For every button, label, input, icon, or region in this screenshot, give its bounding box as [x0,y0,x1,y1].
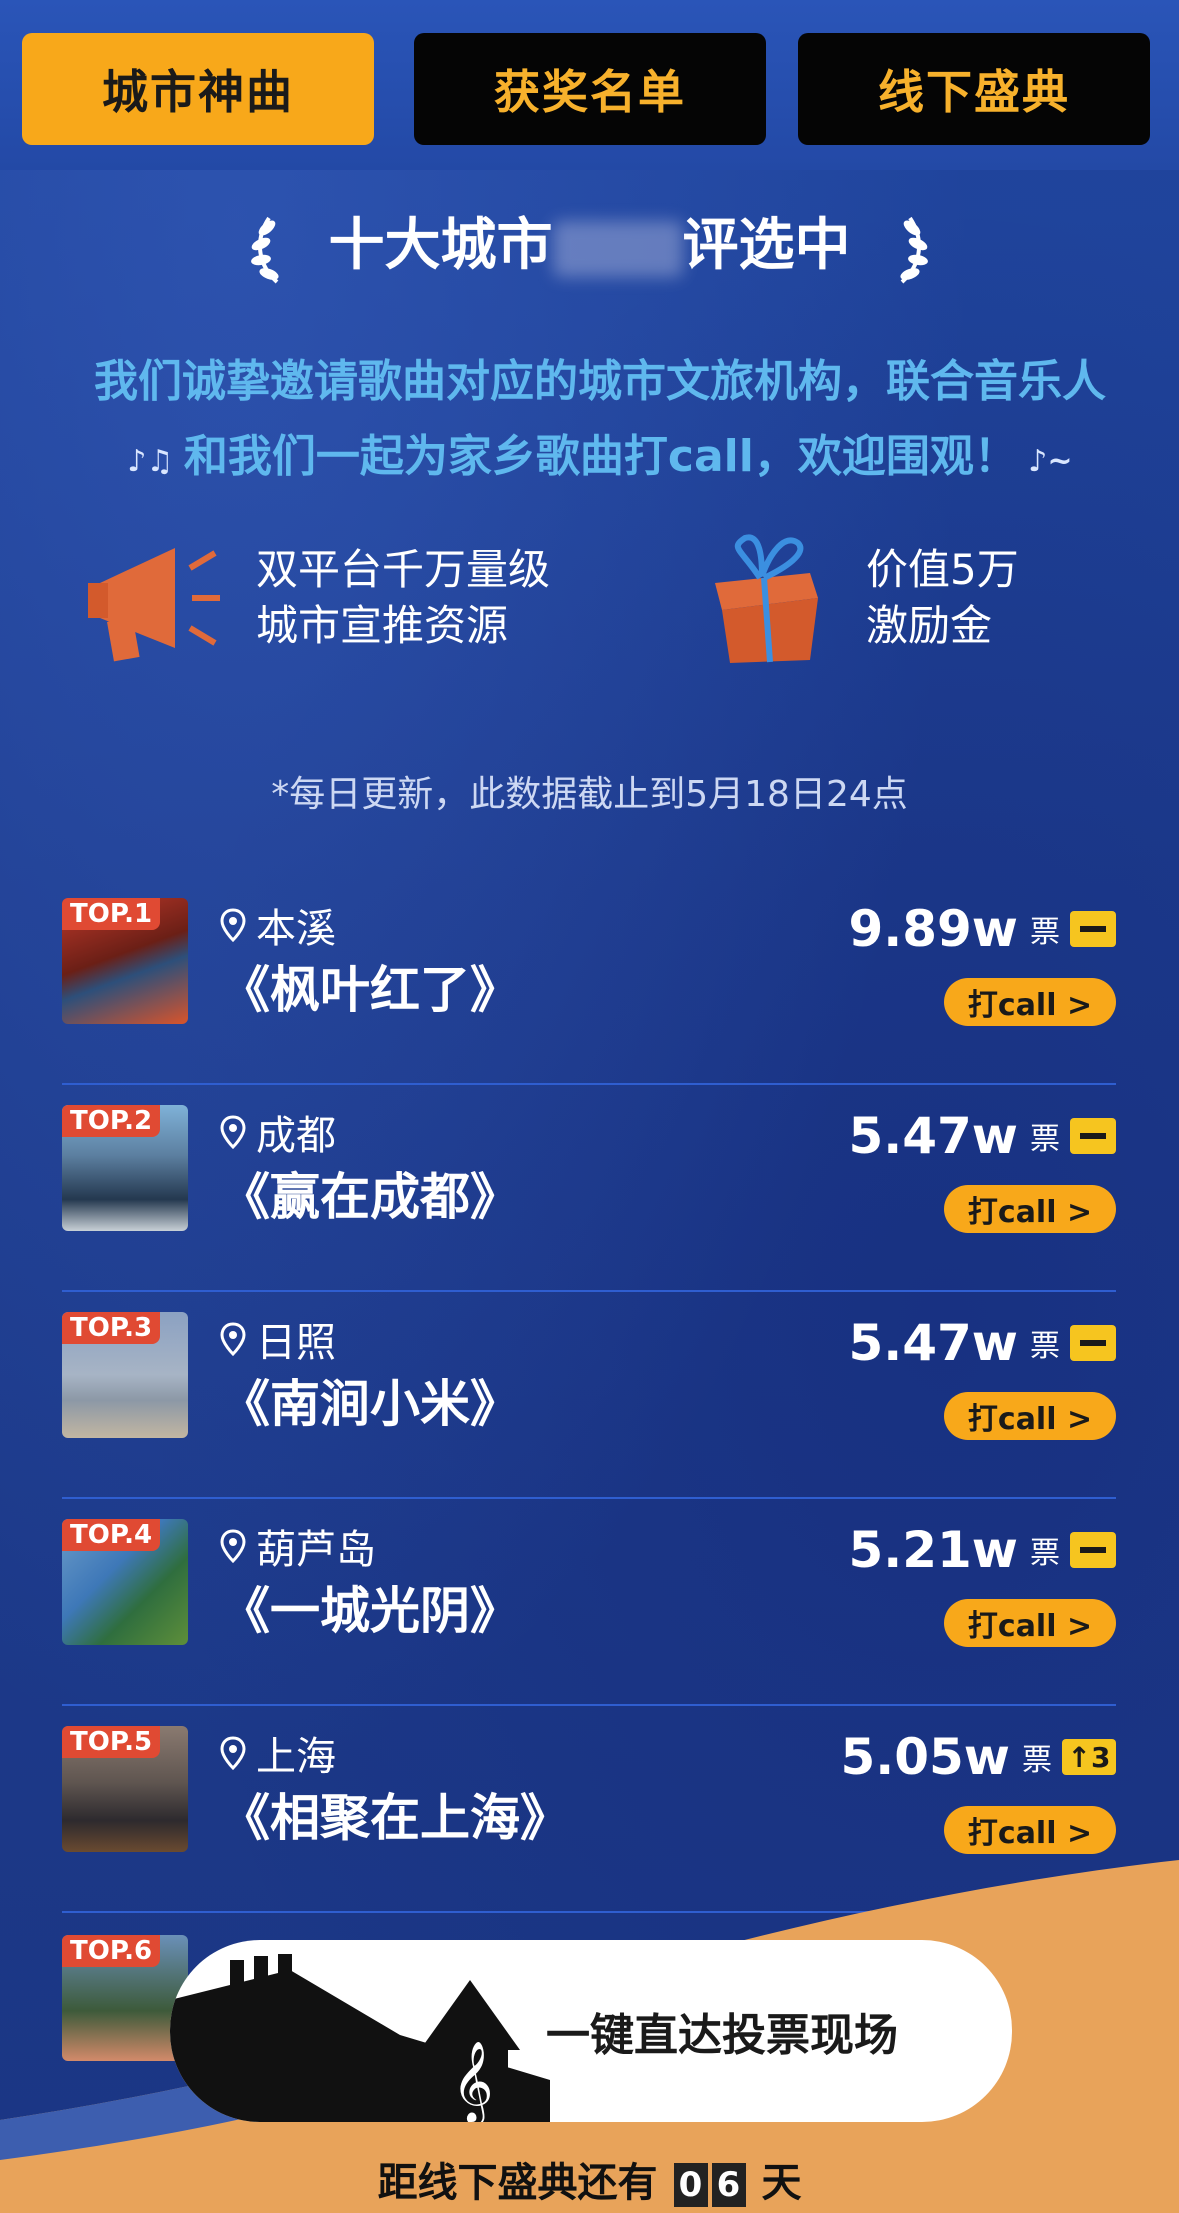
laurel-left-icon [251,216,279,284]
location-pin-icon [220,908,246,942]
city-label: 成都 [220,1103,336,1161]
section-heading: 十大城市 评选中 [0,200,1179,284]
city-name: 上海 [256,1734,336,1780]
call-button[interactable]: 打call > [944,1185,1116,1233]
city-name: 本溪 [256,906,336,952]
location-pin-icon [220,1736,246,1770]
trend-up-badge: ↑3 [1062,1739,1116,1775]
music-note-icon: ♪~ [1017,444,1073,479]
city-label: 上海 [220,1724,336,1782]
feature-reward: 价值5万 激励金 [690,528,1019,668]
city-name: 成都 [256,1113,336,1159]
countdown-suffix: 天 [761,2160,802,2206]
vote-number: 5.47w [848,1314,1018,1372]
feature-promotion: 双平台千万量级 城市宣推资源 [80,528,550,668]
redacted-text [552,220,683,277]
heading-prefix: 十大城市 [328,213,553,278]
countdown-digit: 6 [711,2163,746,2207]
vote-count: 5.47w 票 [848,1107,1116,1165]
ranking-list: TOP.1 本溪 《枫叶红了》 9.89w 票 打call > TOP.2 成都… [62,878,1116,1913]
song-title: 《一城光阴》 [220,1582,520,1640]
location-pin-icon [220,1529,246,1563]
vote-unit: 票 [1030,1122,1060,1157]
city-name: 日照 [256,1320,336,1366]
location-pin-icon [220,1322,246,1356]
heading-suffix: 评选中 [682,213,851,278]
laurel-right-icon [900,216,928,284]
trend-flat-badge [1070,1532,1116,1568]
vote-count: 5.21w 票 [848,1521,1116,1579]
invite-line-2: ♪♫ 和我们一起为家乡歌曲打call，欢迎围观！ ♪~ [70,420,1130,484]
song-title: 《枫叶红了》 [220,961,520,1019]
feature-2-line-1: 价值5万 [866,545,1019,594]
song-title: 《赢在成都》 [220,1168,520,1226]
city-name: 葫芦岛 [256,1527,376,1573]
megaphone-icon [88,548,220,662]
rank-badge: TOP.5 [62,1726,161,1758]
svg-text:𝄞: 𝄞 [452,2040,493,2122]
call-button[interactable]: 打call > [944,1806,1116,1854]
music-note-icon: ♪♫ [127,444,184,479]
invite-line-1: 我们诚挚邀请歌曲对应的城市文旅机构，联合音乐人 [94,356,1106,407]
song-thumbnail[interactable]: TOP.2 [62,1105,188,1231]
countdown: 距线下盛典还有 06 天 [0,2150,1179,2208]
trend-flat-badge [1070,1118,1116,1154]
song-title: 《南涧小米》 [220,1375,520,1433]
vote-site-button[interactable]: 𝄞 一键直达投票现场 [170,1940,1012,2122]
vote-number: 5.47w [848,1107,1018,1165]
rank-badge: TOP.1 [62,898,161,930]
vote-number: 9.89w [848,900,1018,958]
vote-count: 5.47w 票 [848,1314,1116,1372]
update-note: *每日更新，此数据截止到5月18日24点 [271,774,908,815]
feature-1-line-2: 城市宣推资源 [256,601,509,650]
location-pin-icon [220,1115,246,1149]
tab-city-songs[interactable]: 城市神曲 [22,33,374,145]
vote-count: 9.89w 票 [848,900,1116,958]
vote-number: 5.05w [840,1728,1010,1786]
countdown-prefix: 距线下盛典还有 [377,2160,658,2206]
song-title: 《相聚在上海》 [220,1789,570,1847]
trend-flat-badge [1070,911,1116,947]
call-button[interactable]: 打call > [944,1599,1116,1647]
trend-flat-badge [1070,1325,1116,1361]
tab-offline-gala[interactable]: 线下盛典 [798,33,1150,145]
vote-unit: 票 [1030,1329,1060,1364]
rank-badge: TOP.4 [62,1519,161,1551]
invite-line-2-text: 和我们一起为家乡歌曲打call，欢迎围观！ [183,431,1018,482]
vote-unit: 票 [1030,1536,1060,1571]
vote-number: 5.21w [848,1521,1018,1579]
vote-unit: 票 [1022,1743,1052,1778]
rank-badge: TOP.2 [62,1105,161,1137]
city-label: 葫芦岛 [220,1517,376,1575]
ranking-row-2: TOP.2 成都 《赢在成都》 5.47w 票 打call > [62,1085,1116,1292]
tab-bar: 城市神曲 获奖名单 线下盛典 [0,0,1179,170]
vote-unit: 票 [1030,915,1060,950]
city-label: 日照 [220,1310,336,1368]
rank-badge: TOP.3 [62,1312,161,1344]
cta-label: 一键直达投票现场 [546,2010,898,2061]
vote-count: 5.05w 票 ↑3 [840,1728,1116,1786]
ranking-row-1: TOP.1 本溪 《枫叶红了》 9.89w 票 打call > [62,878,1116,1085]
gift-box-icon [715,534,818,663]
song-thumbnail[interactable]: TOP.5 [62,1726,188,1852]
call-button[interactable]: 打call > [944,978,1116,1026]
feature-1-line-1: 双平台千万量级 [256,545,551,594]
call-button[interactable]: 打call > [944,1392,1116,1440]
great-wall-icon: 𝄞 [170,1954,550,2122]
song-thumbnail[interactable]: TOP.3 [62,1312,188,1438]
city-label: 本溪 [220,896,336,954]
ranking-row-4: TOP.4 葫芦岛 《一城光阴》 5.21w 票 打call > [62,1499,1116,1706]
song-thumbnail[interactable]: TOP.1 [62,898,188,1024]
ranking-row-3: TOP.3 日照 《南涧小米》 5.47w 票 打call > [62,1292,1116,1499]
tab-winners[interactable]: 获奖名单 [414,33,766,145]
feature-2-line-2: 激励金 [866,601,993,650]
countdown-digit: 0 [673,2163,708,2207]
song-thumbnail[interactable]: TOP.4 [62,1519,188,1645]
